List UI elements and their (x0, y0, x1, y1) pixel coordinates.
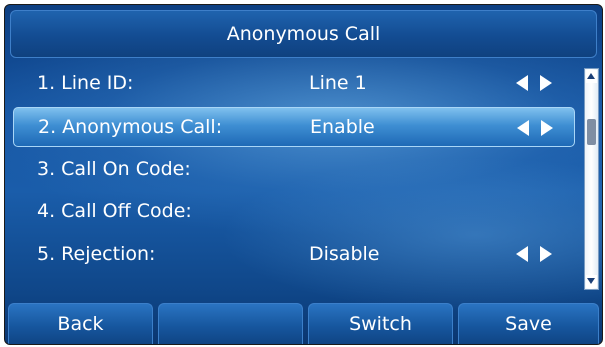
setting-label: 4. Call Off Code: (37, 200, 192, 222)
setting-row-call-off-code[interactable]: 4. Call Off Code: (13, 191, 575, 231)
title-bar: Anonymous Call (10, 10, 597, 58)
softkey-bar: Back Switch Save (5, 303, 602, 344)
setting-row-rejection[interactable]: 5. Rejection: Disable (13, 234, 575, 274)
right-arrow-icon[interactable] (540, 246, 552, 262)
right-arrow-icon[interactable] (540, 75, 552, 91)
left-arrow-icon[interactable] (516, 75, 528, 91)
screen-title: Anonymous Call (226, 23, 381, 45)
save-button[interactable]: Save (458, 303, 599, 344)
setting-label: 1. Line ID: (37, 72, 134, 94)
back-button[interactable]: Back (8, 303, 153, 344)
setting-value: Line 1 (309, 72, 367, 94)
setting-value: Enable (310, 116, 375, 138)
scroll-thumb[interactable] (587, 119, 596, 145)
scroll-down-button[interactable] (586, 275, 597, 288)
value-switch-arrows[interactable] (516, 246, 562, 262)
scroll-up-icon (587, 73, 595, 79)
settings-list: 1. Line ID: Line 1 2. Anonymous Call: En… (5, 61, 602, 291)
setting-label: 2. Anonymous Call: (38, 116, 223, 138)
setting-row-line-id[interactable]: 1. Line ID: Line 1 (13, 63, 575, 103)
left-arrow-icon[interactable] (517, 120, 529, 136)
scroll-down-icon (587, 278, 595, 284)
value-switch-arrows[interactable] (517, 120, 563, 136)
value-switch-arrows[interactable] (516, 75, 562, 91)
setting-value: Disable (309, 243, 380, 265)
setting-row-anonymous-call[interactable]: 2. Anonymous Call: Enable (13, 107, 575, 147)
switch-button[interactable]: Switch (308, 303, 453, 344)
phone-screen: Anonymous Call 1. Line ID: Line 1 2. Ano… (4, 4, 603, 345)
setting-label: 5. Rejection: (37, 243, 156, 265)
scroll-up-button[interactable] (586, 70, 597, 83)
blank-softkey[interactable] (158, 303, 303, 344)
left-arrow-icon[interactable] (516, 246, 528, 262)
setting-row-call-on-code[interactable]: 3. Call On Code: (13, 149, 575, 189)
right-arrow-icon[interactable] (541, 120, 553, 136)
scrollbar[interactable] (584, 68, 599, 290)
setting-label: 3. Call On Code: (37, 158, 191, 180)
